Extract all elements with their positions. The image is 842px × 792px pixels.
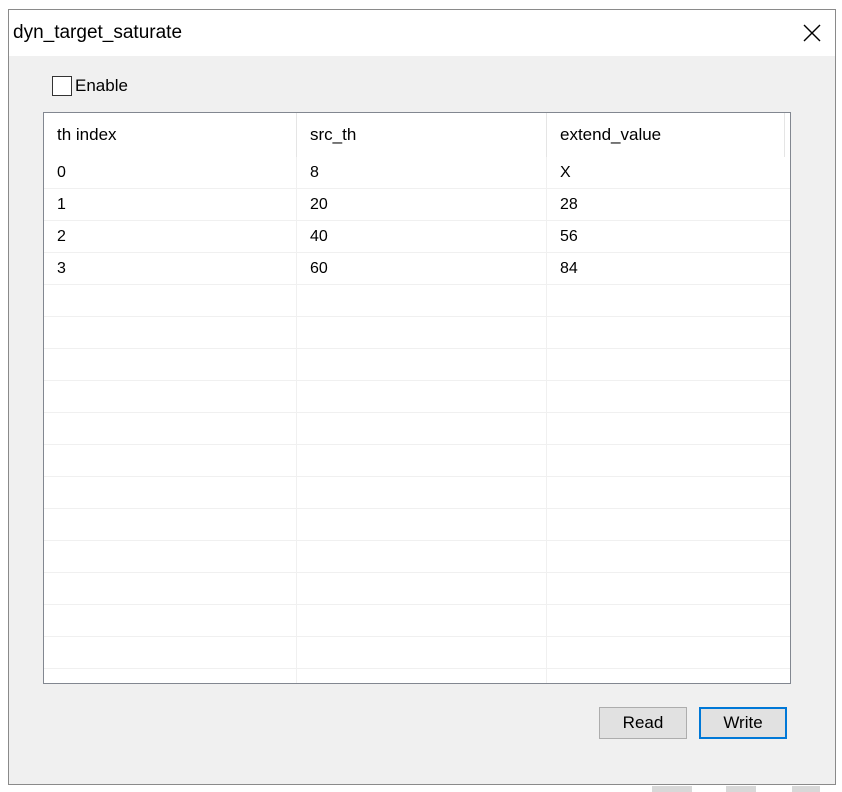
enable-checkbox-row[interactable]: Enable: [52, 75, 128, 97]
window-title: dyn_target_saturate: [13, 22, 183, 43]
threshold-table[interactable]: th index src_th extend_value 0 8 X 1 20 28 2 40…: [43, 112, 791, 684]
column-header-src-th[interactable]: src_th: [297, 113, 546, 157]
table-cell: 40: [310, 228, 328, 245]
table-cell: 2: [57, 228, 66, 245]
table-cell: X: [560, 164, 571, 181]
read-button[interactable]: Read: [599, 707, 687, 739]
table-row[interactable]: [44, 541, 790, 573]
table-row[interactable]: [44, 605, 790, 637]
desktop: dyn_target_saturate Enable th index src_…: [0, 0, 842, 792]
table-row[interactable]: 3 60 84: [44, 253, 790, 285]
table-header: th index src_th extend_value: [44, 113, 790, 157]
background-edge: [726, 786, 756, 792]
close-icon: [803, 24, 821, 42]
enable-label: Enable: [75, 76, 128, 95]
table-cell: 0: [57, 164, 66, 181]
table-row[interactable]: 2 40 56: [44, 221, 790, 253]
table-cell: 1: [57, 196, 66, 213]
table-row[interactable]: 1 20 28: [44, 189, 790, 221]
table-row[interactable]: [44, 413, 790, 445]
table-row[interactable]: 0 8 X: [44, 157, 790, 189]
background-edge: [792, 786, 820, 792]
enable-checkbox[interactable]: [52, 76, 72, 96]
table-cell: 56: [560, 228, 578, 245]
dialog-window: dyn_target_saturate Enable th index src_…: [8, 9, 836, 785]
table-row[interactable]: [44, 573, 790, 605]
write-button[interactable]: Write: [699, 707, 787, 739]
table-row[interactable]: [44, 285, 790, 317]
table-row[interactable]: [44, 669, 790, 683]
table-cell: 60: [310, 260, 328, 277]
table-cell: 20: [310, 196, 328, 213]
background-edge: [652, 786, 692, 792]
table-row[interactable]: [44, 317, 790, 349]
column-header-th-index[interactable]: th index: [44, 113, 296, 157]
column-header-extend-value[interactable]: extend_value: [547, 113, 784, 157]
close-button[interactable]: [789, 10, 835, 56]
table-row[interactable]: [44, 637, 790, 669]
table-cell: 3: [57, 260, 66, 277]
title-bar: dyn_target_saturate: [9, 10, 835, 56]
column-separator[interactable]: [784, 113, 785, 157]
table-row[interactable]: [44, 509, 790, 541]
table-row[interactable]: [44, 349, 790, 381]
table-row[interactable]: [44, 445, 790, 477]
table-row[interactable]: [44, 477, 790, 509]
table-cell: 28: [560, 196, 578, 213]
table-row[interactable]: [44, 381, 790, 413]
table-cell: 84: [560, 260, 578, 277]
table-cell: 8: [310, 164, 319, 181]
